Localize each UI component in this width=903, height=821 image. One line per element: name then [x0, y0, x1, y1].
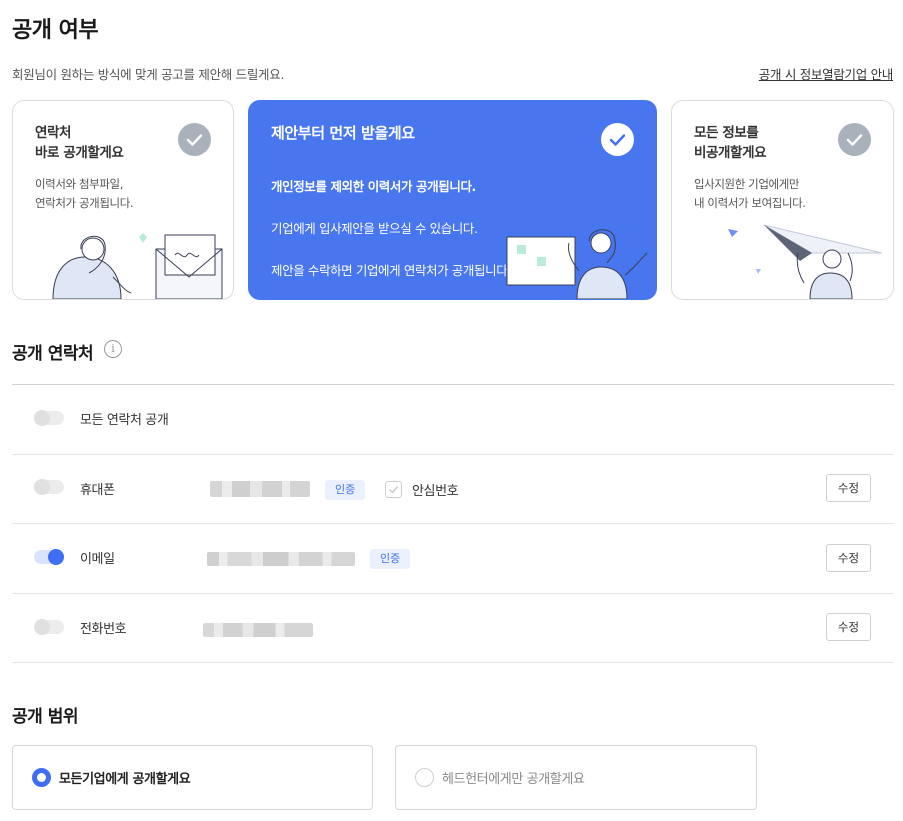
option-card-desc: 입사지원한 기업에게만 내 이력서가 보여집니다.	[694, 177, 806, 210]
presenter-illustration	[506, 229, 648, 299]
toggle-telephone[interactable]	[34, 619, 64, 635]
radio-selected-icon	[32, 768, 51, 787]
row-divider	[12, 454, 894, 455]
edit-telephone-button[interactable]: 수정	[826, 613, 871, 641]
section-divider	[12, 384, 894, 385]
row-divider	[12, 662, 894, 663]
check-circle-icon	[178, 123, 211, 156]
masked-phone-number	[210, 481, 310, 497]
row-divider	[12, 523, 894, 524]
check-circle-icon	[838, 123, 871, 156]
radio-unselected-icon	[415, 768, 434, 787]
toggle-knob	[34, 410, 50, 426]
toggle-knob	[34, 479, 50, 495]
verified-badge: 인증	[370, 549, 411, 569]
masked-telephone-number	[203, 623, 313, 637]
option-card-title: 제안부터 먼저 받을게요	[271, 124, 415, 142]
info-icon[interactable]: i	[104, 340, 122, 358]
option-card-desc-line: 개인정보를 제외한 이력서가 공개됩니다.	[271, 179, 476, 194]
option-card-contact-open[interactable]: 연락처 바로 공개할게요 이력서와 첨부파일, 연락처가 공개됩니다.	[12, 100, 234, 300]
person-letter-illustration	[52, 233, 223, 299]
row-label-telephone: 전화번호	[80, 622, 127, 637]
scope-option-headhunters-only[interactable]: 헤드헌터에게만 공개할게요	[395, 745, 757, 810]
toggle-all-contacts[interactable]	[34, 410, 64, 426]
safe-number-label: 안심번호	[412, 484, 459, 499]
safe-number-checkbox[interactable]	[385, 481, 402, 498]
scope-option-label: 모든기업에게 공개할게요	[59, 772, 191, 787]
row-label-phone: 휴대폰	[80, 483, 115, 498]
check-circle-icon	[601, 123, 634, 156]
edit-email-button[interactable]: 수정	[826, 544, 871, 572]
row-divider	[12, 593, 894, 594]
toggle-phone[interactable]	[34, 479, 64, 495]
row-label-all-contacts: 모든 연락처 공개	[80, 413, 169, 428]
toggle-email[interactable]	[34, 549, 64, 565]
option-card-title: 모든 정보를 비공개할게요	[694, 125, 767, 161]
scope-option-all-companies[interactable]: 모든기업에게 공개할게요	[12, 745, 373, 810]
contacts-section-title: 공개 연락처	[12, 344, 94, 364]
toggle-knob	[48, 549, 64, 565]
option-card-title: 연락처 바로 공개할게요	[35, 125, 124, 161]
option-card-offer-first[interactable]: 제안부터 먼저 받을게요 개인정보를 제외한 이력서가 공개됩니다. 기업에게 …	[248, 100, 657, 300]
option-card-desc: 이력서와 첨부파일, 연락처가 공개됩니다.	[35, 177, 134, 210]
paper-plane-illustration	[728, 224, 883, 299]
edit-phone-button[interactable]: 수정	[826, 474, 871, 502]
info-link[interactable]: 공개 시 정보열람기업 안내	[759, 64, 894, 83]
masked-email	[207, 552, 355, 566]
scope-option-label: 헤드헌터에게만 공개할게요	[442, 772, 585, 787]
toggle-knob	[34, 619, 50, 635]
page-title: 공개 여부	[12, 18, 99, 43]
option-card-private[interactable]: 모든 정보를 비공개할게요 입사지원한 기업에게만 내 이력서가 보여집니다.	[671, 100, 894, 300]
scope-section-title: 공개 범위	[12, 707, 78, 727]
row-label-email: 이메일	[80, 552, 115, 567]
page-subtitle: 회원님이 원하는 방식에 맞게 공고를 제안해 드릴게요.	[12, 67, 285, 82]
verified-badge: 인증	[325, 480, 366, 500]
